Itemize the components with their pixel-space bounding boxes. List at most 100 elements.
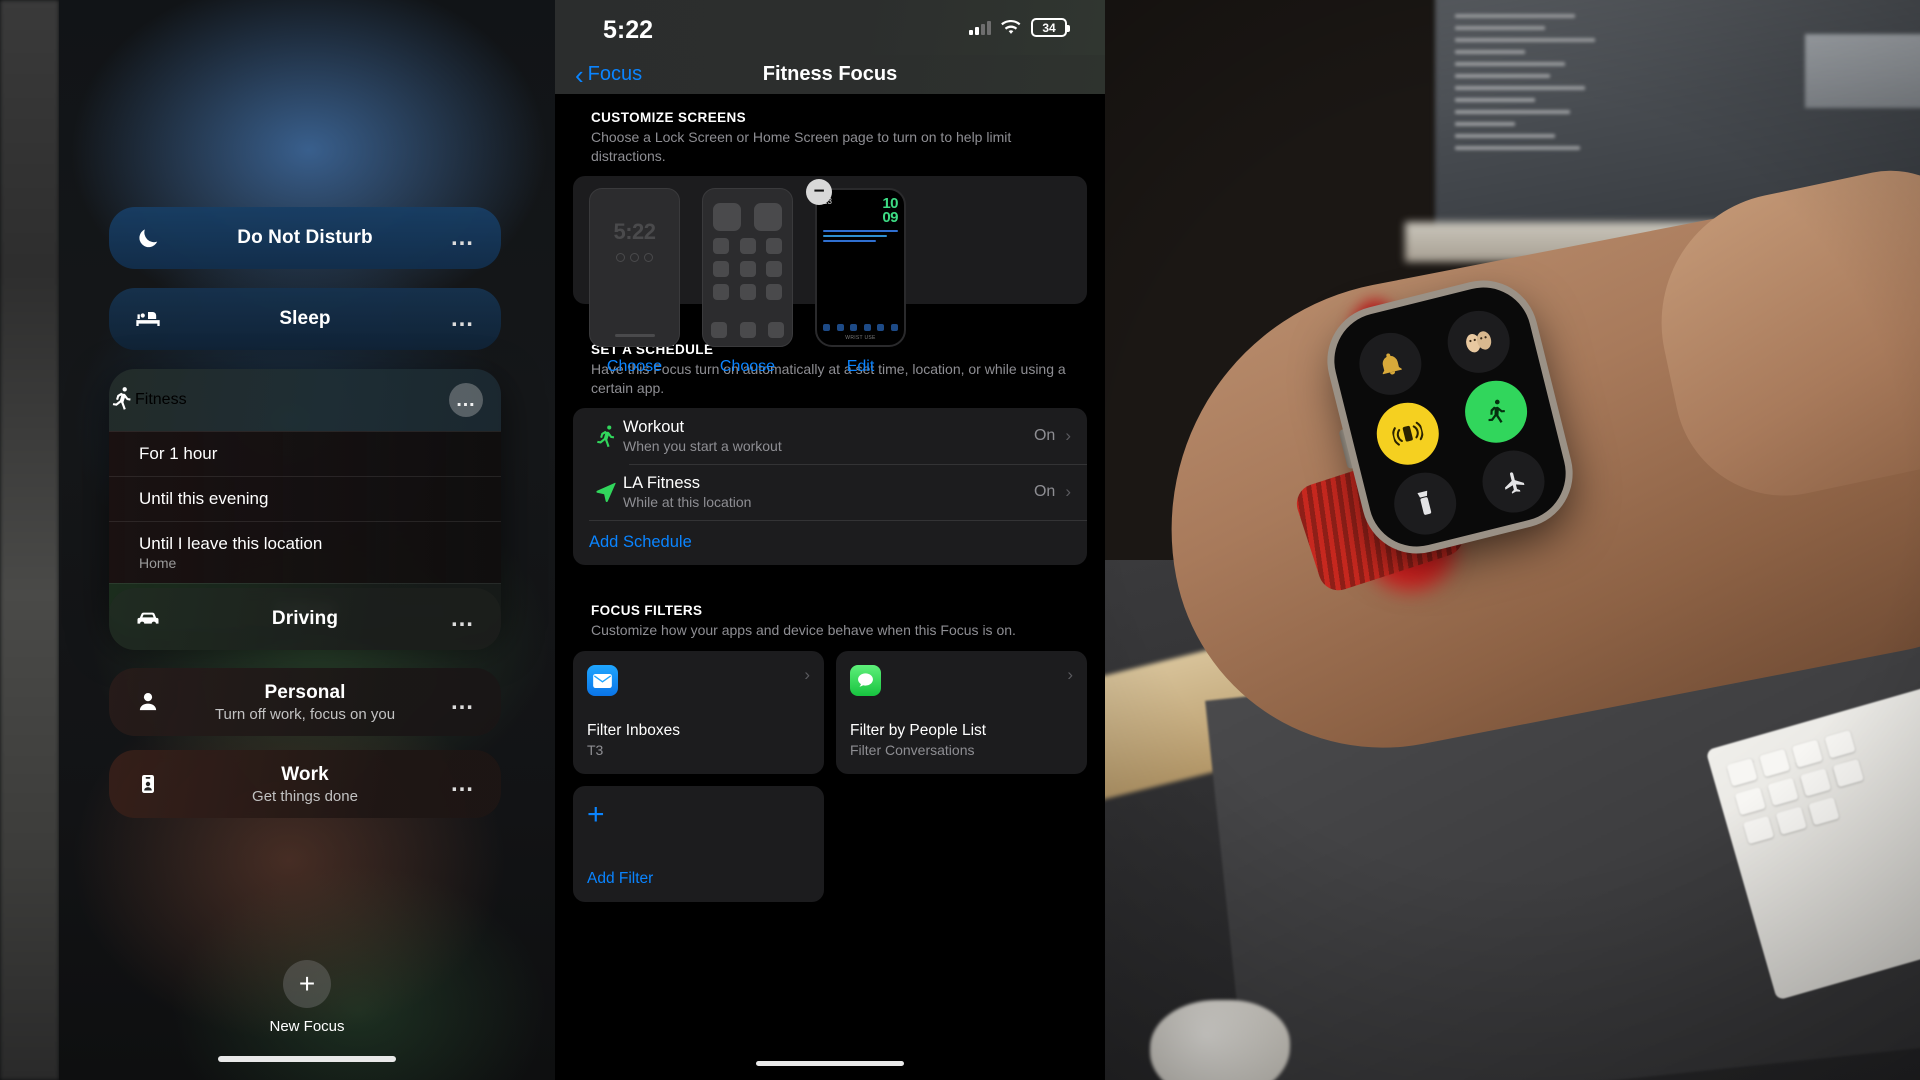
location-arrow-icon	[589, 479, 623, 505]
filter-card-top: ›	[850, 665, 1073, 697]
plus-icon: +	[587, 798, 605, 832]
focus-mode-title: Work	[281, 763, 329, 785]
filter-card-sub: Filter Conversations	[850, 742, 975, 759]
home-screen-thumbnail[interactable]	[702, 188, 793, 348]
focus-more-button[interactable]: …	[450, 690, 475, 714]
focus-more-button[interactable]: …	[450, 607, 475, 631]
settings-scroll-area[interactable]: CUSTOMIZE SCREENS Choose a Lock Screen o…	[555, 94, 1105, 1080]
new-focus-label: New Focus	[269, 1018, 345, 1035]
back-button[interactable]: ‹ Focus	[575, 62, 642, 88]
focus-mode-title: Do Not Disturb	[237, 227, 373, 248]
focus-mode-personal[interactable]: Personal Turn off work, focus on you …	[109, 668, 501, 736]
schedule-row-workout[interactable]: Workout When you start a workout On ›	[573, 408, 1087, 464]
focus-more-button-active[interactable]: …	[449, 383, 483, 417]
workout-icon	[589, 423, 623, 449]
running-person-icon	[109, 385, 135, 416]
focus-mode-do-not-disturb[interactable]: Do Not Disturb …	[109, 207, 501, 269]
focus-list-container: Do Not Disturb … Sleep … Fitness … For 1…	[59, 0, 555, 1080]
home-screen-choose-button[interactable]: Choose	[702, 358, 793, 376]
focus-mode-labels: Fitness	[135, 391, 187, 409]
schedule-row-value: On	[1033, 483, 1056, 501]
battery-percent: 34	[1042, 20, 1056, 35]
watch-face-edit-button[interactable]: Edit	[815, 358, 906, 376]
home-indicator	[756, 1061, 904, 1066]
focus-more-button[interactable]: …	[450, 226, 475, 250]
person-icon	[133, 687, 163, 717]
section-title: FOCUS FILTERS	[591, 603, 703, 619]
menu-item-until-this-evening[interactable]: Until this evening	[109, 476, 501, 521]
customize-screens-header: CUSTOMIZE SCREENS Choose a Lock Screen o…	[573, 94, 1087, 165]
watch-face-option[interactable]: − 23 10 09 WRIST	[806, 179, 906, 375]
lock-screen-widgets	[616, 253, 653, 263]
chevron-left-icon: ‹	[575, 59, 584, 90]
focus-mode-sleep[interactable]: Sleep …	[109, 288, 501, 350]
menu-item-for-1-hour[interactable]: For 1 hour	[109, 431, 501, 476]
moon-icon	[133, 223, 163, 253]
battery-icon: 34	[1031, 18, 1070, 37]
filter-card-name: Filter by People List	[850, 722, 987, 740]
fitness-duration-menu: For 1 hour Until this evening Until I le…	[109, 431, 501, 583]
mail-app-icon	[587, 665, 618, 697]
new-focus-button[interactable]: + New Focus	[59, 960, 555, 1035]
menu-item-label: Until I leave this location	[139, 534, 323, 553]
schedule-card: Workout When you start a workout On › LA…	[573, 408, 1087, 566]
filter-card-filter-inboxes[interactable]: › Filter Inboxes T3	[573, 651, 824, 775]
add-filter-card[interactable]: + Add Filter	[573, 786, 824, 903]
watch-face-thumbnail[interactable]: 23 10 09 WRIST USE	[815, 188, 906, 348]
home-screen-option[interactable]: Choose	[702, 188, 793, 375]
navigation-bar: ‹ Focus Fitness Focus	[555, 55, 1105, 94]
fitness-focus-settings-panel: 5:22 34 ‹ Focus Fitness Focus CUSTOMIZE …	[555, 0, 1105, 1080]
focus-mode-driving[interactable]: Driving …	[109, 588, 501, 650]
focus-filters-grid: › Filter Inboxes T3 › Filter by People L…	[573, 651, 1087, 775]
schedule-row-subtitle: When you start a workout	[623, 438, 782, 455]
watch-face-minute: 09	[882, 209, 898, 227]
watch-button-flashlight[interactable]	[1387, 466, 1463, 542]
watch-button-airplane-mode[interactable]	[1475, 444, 1551, 520]
focus-more-button[interactable]: …	[450, 772, 475, 796]
lock-screen-time: 5:22	[613, 219, 656, 245]
customize-screens-card: 5:22 Choose Choose − 10 09 WRIST USE Edi…	[573, 176, 1087, 375]
focus-mode-work[interactable]: Work Get things done …	[109, 750, 501, 818]
status-bar: 5:22 34	[555, 0, 1105, 55]
status-bar-time: 5:22	[603, 16, 654, 44]
section-description: Customize how your apps and device behav…	[591, 622, 1016, 639]
watch-button-silent-mode[interactable]	[1352, 326, 1428, 402]
focus-more-button[interactable]: …	[450, 307, 475, 331]
lock-screen-option[interactable]: 5:22 Choose	[589, 188, 680, 375]
chevron-right-icon: ›	[1067, 665, 1073, 685]
status-bar-indicators: 34	[969, 18, 1070, 37]
watch-face-grid	[823, 324, 898, 332]
lock-screen-thumbnail[interactable]: 5:22	[589, 188, 680, 348]
chevron-right-icon: ›	[804, 665, 810, 685]
focus-control-center-panel: Do Not Disturb … Sleep … Fitness … For 1…	[0, 0, 555, 1080]
focus-mode-title: Personal	[264, 681, 346, 703]
apple-watch-photo	[1105, 0, 1920, 1080]
home-screen-icon-row	[713, 261, 782, 278]
watch-button-theater-mode[interactable]	[1440, 304, 1516, 380]
schedule-row-value: On	[1033, 427, 1056, 445]
schedule-row-title: LA Fitness	[623, 474, 701, 493]
focus-mode-sublabel: Get things done	[252, 787, 358, 805]
wifi-icon	[1001, 19, 1021, 34]
focus-filters-header: FOCUS FILTERS Customize how your apps an…	[573, 587, 1087, 640]
home-screen-dock	[711, 322, 784, 339]
chevron-right-icon: ›	[1065, 482, 1071, 502]
focus-mode-title: Driving	[271, 608, 339, 629]
lock-screen-choose-button[interactable]: Choose	[589, 358, 680, 376]
filter-card-top: ›	[587, 665, 810, 697]
focus-mode-fitness[interactable]: Fitness …	[109, 369, 501, 431]
add-schedule-button[interactable]: Add Schedule	[573, 520, 1087, 565]
home-screen-widget-row	[713, 203, 782, 232]
schedule-row-la-fitness[interactable]: LA Fitness While at this location On ›	[573, 464, 1087, 520]
schedule-row-title: Workout	[623, 418, 685, 437]
section-title: CUSTOMIZE SCREENS	[591, 110, 747, 125]
menu-item-until-i-leave-this-location[interactable]: Until I leave this location Home	[109, 521, 501, 583]
schedule-row-text: LA Fitness While at this location	[623, 474, 1034, 510]
watch-button-ping-iphone[interactable]	[1369, 396, 1445, 472]
watch-button-workout-focus[interactable]	[1458, 374, 1534, 450]
focus-mode-title: Sleep	[279, 308, 331, 329]
screenshot-root: Do Not Disturb … Sleep … Fitness … For 1…	[0, 0, 1920, 1080]
left-edge-blur	[0, 0, 59, 1080]
filter-card-filter-by-people-list[interactable]: › Filter by People List Filter Conversat…	[836, 651, 1087, 775]
watch-face-complication-bars	[823, 229, 898, 242]
